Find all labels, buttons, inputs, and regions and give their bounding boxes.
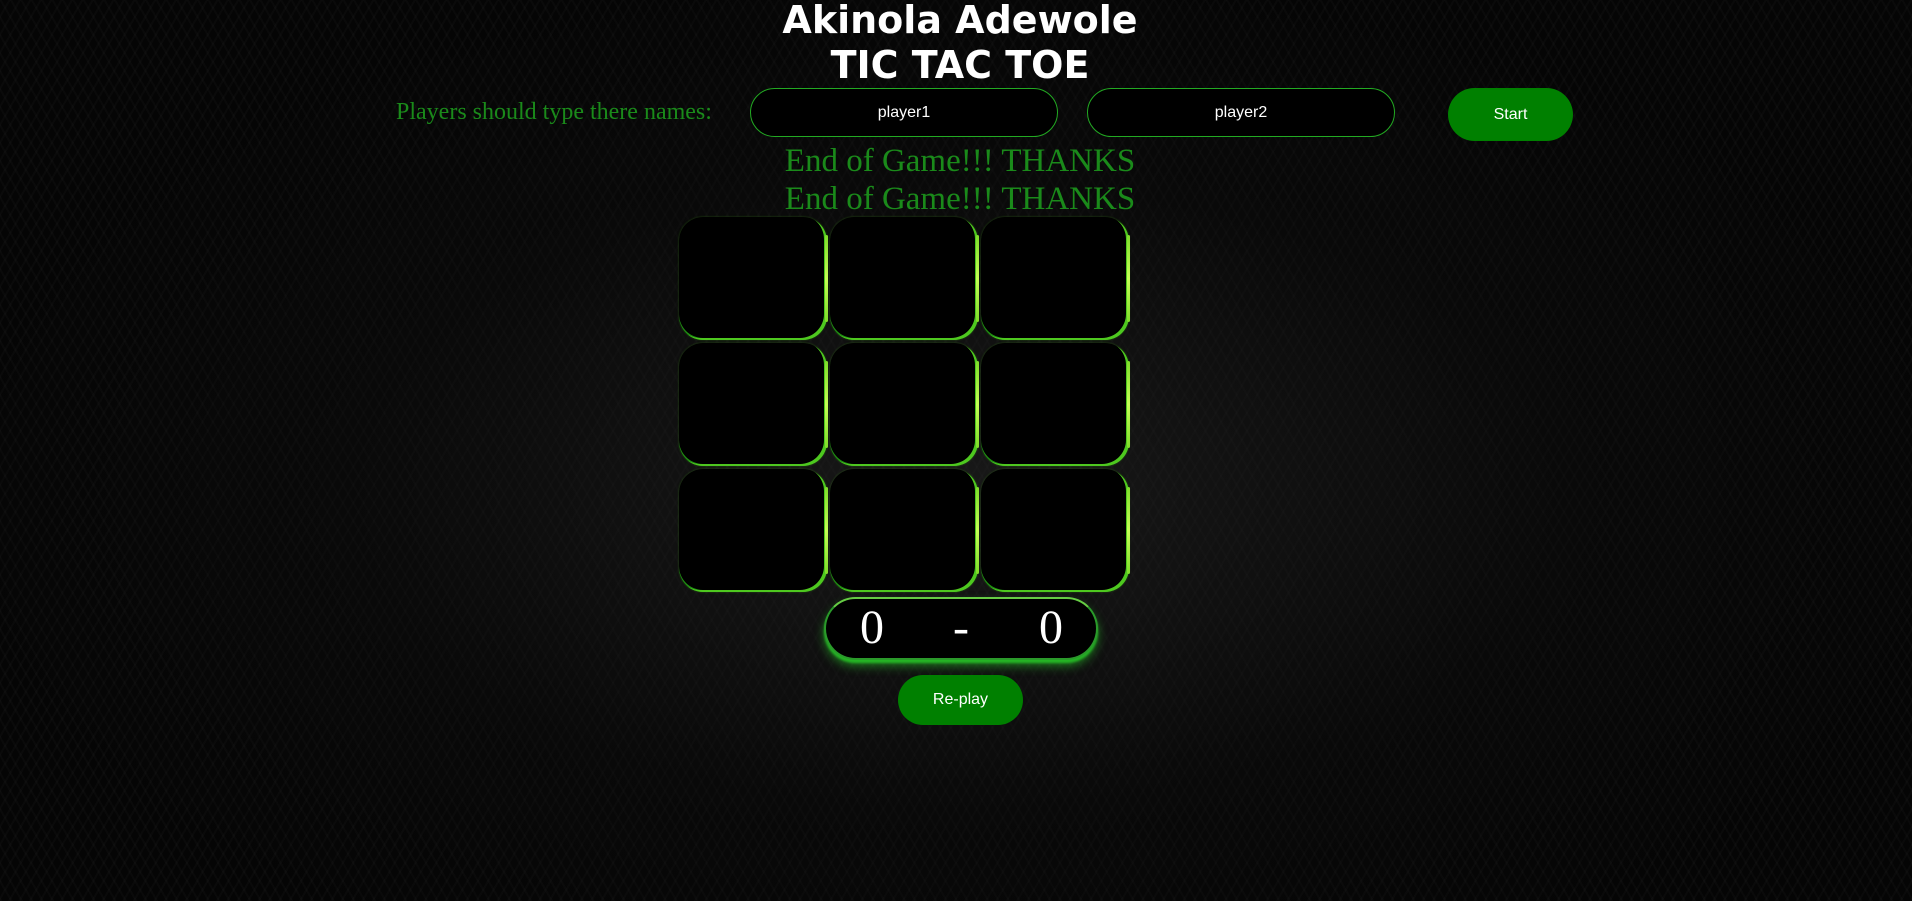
score-separator: - <box>953 601 969 654</box>
board-cell-5[interactable] <box>830 343 979 466</box>
board-cell-6[interactable] <box>981 343 1130 466</box>
game-board <box>679 217 1130 592</box>
player2-name-input[interactable] <box>1087 88 1395 137</box>
board-cell-4[interactable] <box>679 343 828 466</box>
start-button[interactable]: Start <box>1448 88 1573 141</box>
game-title: TIC TAC TOE <box>830 43 1090 87</box>
author-name: Akinola Adewole <box>782 0 1138 42</box>
board-cell-2[interactable] <box>830 217 979 340</box>
board-cell-3[interactable] <box>981 217 1130 340</box>
board-cell-9[interactable] <box>981 469 1130 592</box>
player1-score: 0 <box>860 601 884 654</box>
game-message: End of Game!!! THANKS <box>784 181 1136 217</box>
board-cell-1[interactable] <box>679 217 828 340</box>
board-cell-7[interactable] <box>679 469 828 592</box>
player2-score: 0 <box>1039 601 1063 654</box>
replay-button[interactable]: Re-play <box>898 675 1023 725</box>
board-cell-8[interactable] <box>830 469 979 592</box>
game-message: End of Game!!! THANKS <box>784 143 1136 179</box>
player1-name-input[interactable] <box>750 88 1058 137</box>
player-names-label: Players should type there names: <box>396 99 712 125</box>
scoreboard: 0 - 0 <box>824 597 1098 660</box>
